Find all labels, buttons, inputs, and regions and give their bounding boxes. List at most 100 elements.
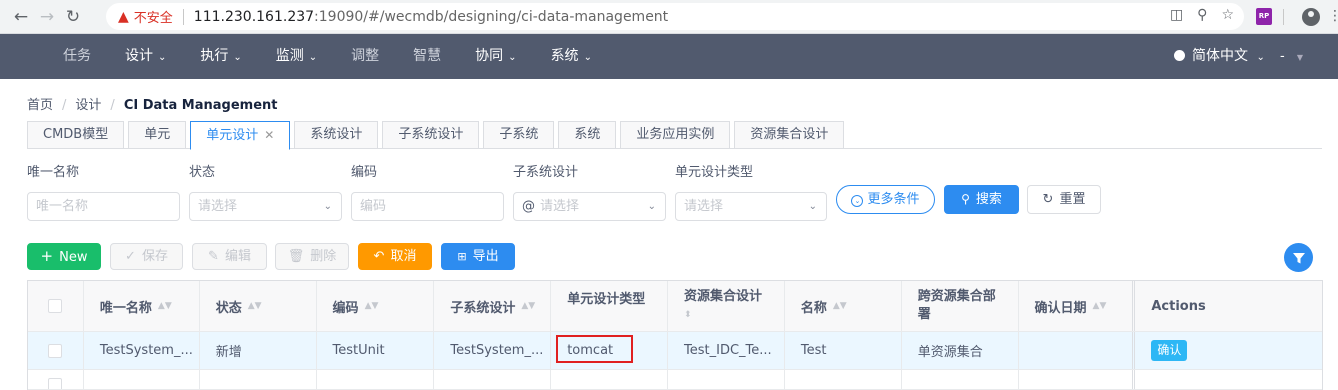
- reload-icon[interactable]: ↻: [60, 7, 86, 27]
- chevron-circle-icon: ⌄: [851, 195, 864, 207]
- app-header: 任务 设计 ⌄ 执行 ⌄ 监测 ⌄ 调整 智慧 协同 ⌄ 系统 ⌄ 简体中文 ⌄ - ▼: [0, 34, 1338, 79]
- sort-icon[interactable]: ▲▼: [248, 301, 262, 311]
- code-input[interactable]: 编码: [351, 192, 504, 221]
- address-bar[interactable]: ▲ 不安全 111.230.161.237:19090/#/wecmdb/des…: [106, 3, 1244, 30]
- menu-item-2[interactable]: 执行 ⌄: [183, 34, 258, 79]
- globe-icon: [1174, 50, 1185, 61]
- chevron-down-icon: ⌄: [323, 201, 332, 212]
- back-icon[interactable]: ←: [8, 7, 34, 27]
- cell-subsystem-design: TestSystem_...: [434, 332, 552, 369]
- tab-8[interactable]: 资源集合设计: [734, 121, 845, 149]
- save-button[interactable]: ✓ 保存: [110, 243, 183, 270]
- filter-label-code: 编码: [351, 165, 378, 180]
- sort-icon[interactable]: ⬍: [684, 306, 692, 324]
- col-confirm-date[interactable]: 确认日期 ▲▼: [1019, 281, 1136, 331]
- chevron-down-icon: ⌄: [1256, 52, 1265, 63]
- table-row[interactable]: TestSystem_... 新增 TestUnit TestSystem_..…: [28, 332, 1322, 370]
- breadcrumb-current: CI Data Management: [123, 98, 278, 113]
- confirm-button[interactable]: 确认: [1151, 340, 1188, 361]
- security-warning[interactable]: ▲ 不安全: [118, 7, 173, 27]
- reset-button[interactable]: ↻ 重置: [1027, 185, 1101, 214]
- select-all-checkbox[interactable]: [48, 299, 63, 313]
- new-button[interactable]: + New: [27, 243, 101, 270]
- filter-label-unit-design-type: 单元设计类型: [675, 165, 754, 180]
- tab-7[interactable]: 业务应用实例: [620, 121, 731, 149]
- col-actions: Actions: [1151, 298, 1206, 314]
- translate-icon[interactable]: ◫: [1170, 7, 1183, 23]
- sort-icon[interactable]: ▲▼: [521, 301, 535, 311]
- close-icon[interactable]: ✕: [264, 128, 274, 142]
- edit-button[interactable]: ✎ 编辑: [192, 243, 267, 270]
- url-path: :19090/#/wecmdb/designing/ci-data-manage…: [314, 8, 669, 25]
- tab-4[interactable]: 子系统设计: [382, 121, 480, 149]
- filter-label-subsystem-design: 子系统设计: [513, 165, 579, 180]
- menu-item-4[interactable]: 调整: [334, 34, 396, 79]
- col-unique-name[interactable]: 唯一名称 ▲▼: [84, 281, 200, 331]
- tab-3[interactable]: 系统设计: [294, 121, 379, 149]
- sort-icon[interactable]: ▲▼: [158, 301, 172, 311]
- subsystem-design-select[interactable]: @ 请选择 ⌄: [513, 192, 666, 221]
- search-button[interactable]: ⚲ 搜索: [944, 185, 1019, 214]
- ci-type-tabs: CMDB模型 单元 单元设计 ✕ 系统设计 子系统设计 子系统 系统 业务应用实例 资源集合设计: [27, 121, 848, 150]
- tab-0[interactable]: CMDB模型: [27, 121, 125, 149]
- menu-item-1[interactable]: 设计 ⌄: [108, 34, 183, 79]
- breadcrumb-home[interactable]: 首页: [27, 98, 53, 113]
- unit-design-type-select[interactable]: 请选择 ⌄: [675, 192, 827, 221]
- caret-down-icon: ▼: [1296, 53, 1303, 62]
- tab-1[interactable]: 单元: [128, 121, 187, 149]
- chevron-down-icon: ⌄: [308, 52, 318, 63]
- sort-icon[interactable]: ▲▼: [365, 301, 379, 311]
- chevron-down-icon: ⌄: [808, 201, 817, 212]
- more-menu-icon[interactable]: ⋮: [1328, 8, 1338, 24]
- sort-icon[interactable]: ▲▼: [833, 301, 847, 311]
- col-status[interactable]: 状态 ▲▼: [200, 281, 317, 331]
- user-menu[interactable]: - ▼: [1280, 34, 1303, 79]
- cell-unique-name: TestSystem_...: [84, 332, 200, 369]
- url-host: 111.230.161.237: [193, 8, 315, 25]
- col-unit-design-type[interactable]: 单元设计类型: [551, 281, 669, 331]
- cell-code: TestUnit: [317, 332, 435, 369]
- col-code[interactable]: 编码 ▲▼: [317, 281, 435, 331]
- column-filter-button[interactable]: [1284, 243, 1313, 272]
- language-switcher[interactable]: 简体中文 ⌄: [1174, 34, 1265, 79]
- status-select[interactable]: 请选择 ⌄: [189, 192, 342, 221]
- table-row[interactable]: [28, 370, 1322, 390]
- col-subsystem-design[interactable]: 子系统设计 ▲▼: [434, 281, 552, 331]
- breadcrumb-design[interactable]: 设计: [75, 98, 101, 113]
- main-menu: 任务 设计 ⌄ 执行 ⌄ 监测 ⌄ 调整 智慧 协同 ⌄ 系统 ⌄: [46, 34, 609, 79]
- row-checkbox[interactable]: [48, 377, 63, 389]
- zoom-icon[interactable]: ⚲: [1197, 7, 1207, 23]
- highlight-box: [556, 335, 634, 363]
- browser-toolbar: ← → ↻ ▲ 不安全 111.230.161.237:19090/#/wecm…: [0, 0, 1338, 34]
- sort-icon[interactable]: ▲▼: [1093, 301, 1107, 311]
- col-name[interactable]: 名称 ▲▼: [785, 281, 902, 331]
- table-header: 唯一名称 ▲▼ 状态 ▲▼ 编码 ▲▼ 子系统设计 ▲▼ 单元设计类型 资源集合设计 ⬍ …: [28, 281, 1322, 332]
- tab-5[interactable]: 子系统: [483, 121, 555, 149]
- cell-cross-deploy: 单资源集合: [902, 332, 1019, 369]
- cell-resource-set: Test_IDC_Te...: [668, 332, 785, 369]
- undo-icon: ↶: [373, 249, 385, 264]
- plus-icon: +: [40, 247, 54, 265]
- menu-item-3[interactable]: 监测 ⌄: [259, 34, 334, 79]
- export-button[interactable]: ⊞ 导出: [441, 243, 515, 270]
- col-cross-deploy[interactable]: 跨资源集合部署: [902, 281, 1019, 331]
- menu-item-5[interactable]: 智慧: [396, 34, 458, 79]
- at-icon: @: [522, 199, 535, 214]
- row-checkbox[interactable]: [48, 343, 63, 358]
- col-resource-set-design[interactable]: 资源集合设计 ⬍: [668, 281, 785, 331]
- more-conditions-button[interactable]: ⌄ 更多条件: [836, 185, 935, 214]
- delete-button[interactable]: 🗑 删除: [275, 243, 349, 270]
- extension-rp-icon[interactable]: RP: [1256, 8, 1272, 25]
- funnel-icon: [1292, 252, 1305, 263]
- tab-6[interactable]: 系统: [558, 121, 617, 149]
- cell-confirm-date: [1019, 332, 1136, 369]
- profile-icon[interactable]: [1302, 8, 1320, 26]
- menu-item-6[interactable]: 协同 ⌄: [458, 34, 533, 79]
- bookmark-star-icon[interactable]: ☆: [1221, 7, 1234, 23]
- unique-name-input[interactable]: 唯一名称: [27, 192, 180, 221]
- forward-icon[interactable]: →: [34, 7, 60, 27]
- menu-item-0[interactable]: 任务: [46, 34, 108, 79]
- tab-2[interactable]: 单元设计 ✕: [190, 121, 291, 150]
- cancel-button[interactable]: ↶ 取消: [358, 243, 432, 270]
- menu-item-7[interactable]: 系统 ⌄: [534, 34, 609, 79]
